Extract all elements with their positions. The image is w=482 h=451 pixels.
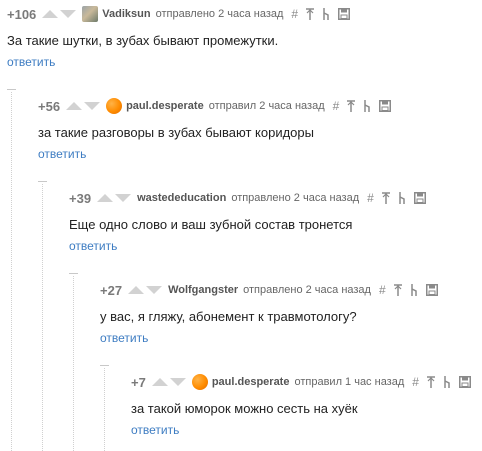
avatar[interactable] — [82, 6, 99, 22]
comment-rating: +7 — [131, 374, 146, 390]
hash-icon[interactable]: # — [367, 191, 374, 205]
comment-rating: +27 — [100, 282, 123, 298]
thread-line[interactable] — [73, 276, 74, 451]
username[interactable]: Wolfgangster — [168, 284, 238, 296]
comment-timestamp[interactable]: отправлено 2 часа назад — [243, 284, 371, 296]
hash-icon[interactable]: # — [379, 283, 386, 297]
hash-icon[interactable]: # — [291, 7, 298, 21]
username[interactable]: paul.desperate — [212, 376, 290, 388]
arrow-up-icon[interactable] — [128, 286, 145, 294]
comment-text: за такие разговоры в зубах бывают коридо… — [38, 125, 314, 140]
comment-timestamp[interactable]: отправлено 2 часа назад — [231, 192, 359, 204]
arrow-up-icon[interactable] — [42, 10, 59, 18]
arrow-down-icon[interactable] — [60, 10, 77, 18]
comment-text: За такие шутки, в зубах бывают промежутк… — [7, 33, 279, 48]
arrow-down-icon[interactable] — [115, 194, 132, 202]
save-icon[interactable] — [425, 284, 438, 296]
username[interactable]: wastededucation — [137, 192, 226, 204]
save-icon[interactable] — [379, 100, 392, 112]
hash-icon[interactable]: # — [333, 99, 340, 113]
collapse-icon[interactable] — [38, 173, 47, 182]
save-icon[interactable] — [338, 8, 351, 20]
branch-icon[interactable] — [398, 192, 406, 204]
save-icon[interactable] — [458, 376, 471, 388]
pin-icon[interactable] — [393, 284, 402, 296]
pin-icon[interactable] — [306, 8, 315, 20]
comment-timestamp[interactable]: отправил 2 часа назад — [209, 100, 325, 112]
hash-icon[interactable]: # — [412, 375, 419, 389]
comment-text: Еще одно слово и ваш зубной состав троне… — [69, 217, 353, 232]
collapse-icon[interactable] — [100, 357, 109, 366]
arrow-down-icon[interactable] — [169, 378, 186, 386]
reply-link[interactable]: ответить — [131, 423, 179, 437]
branch-icon[interactable] — [443, 376, 451, 388]
comment-header: +27 Wolfgangster отправлено 2 часа назад… — [100, 280, 438, 300]
comment-timestamp[interactable]: отправил 1 час назад — [294, 376, 404, 388]
comment-text: у вас, я гляжу, абонемент к травмотологу… — [100, 309, 357, 324]
branch-icon[interactable] — [322, 8, 330, 20]
thread-line[interactable] — [104, 368, 105, 451]
arrow-up-icon[interactable] — [97, 194, 114, 202]
avatar[interactable] — [191, 374, 208, 390]
arrow-up-icon[interactable] — [66, 102, 83, 110]
comment-header: +56 paul.desperate отправил 2 часа назад… — [38, 96, 392, 116]
comment-rating: +106 — [7, 6, 37, 22]
comment-rating: +39 — [69, 190, 92, 206]
arrow-down-icon[interactable] — [84, 102, 101, 110]
avatar[interactable] — [106, 98, 123, 114]
reply-link[interactable]: ответить — [100, 331, 148, 345]
username[interactable]: paul.desperate — [126, 100, 204, 112]
pin-icon[interactable] — [426, 376, 435, 388]
pin-icon[interactable] — [347, 100, 356, 112]
comment-text: за такой юморок можно сесть на хуёк — [131, 401, 358, 416]
reply-link[interactable]: ответить — [69, 239, 117, 253]
comment-rating: +56 — [38, 98, 61, 114]
reply-link[interactable]: ответить — [38, 147, 86, 161]
branch-icon[interactable] — [363, 100, 371, 112]
branch-icon[interactable] — [410, 284, 418, 296]
pin-icon[interactable] — [381, 192, 390, 204]
comment-timestamp[interactable]: отправлено 2 часа назад — [156, 8, 284, 20]
comment-header: +39 wastededucation отправлено 2 часа на… — [69, 188, 426, 208]
collapse-icon[interactable] — [69, 265, 78, 274]
arrow-down-icon[interactable] — [146, 286, 163, 294]
thread-line[interactable] — [42, 184, 43, 451]
thread-line[interactable] — [11, 92, 12, 451]
comment-header: +7 paul.desperate отправил 1 час назад # — [131, 372, 471, 392]
save-icon[interactable] — [413, 192, 426, 204]
username[interactable]: Vadiksun — [102, 8, 150, 20]
comment-header: +106 Vadiksun отправлено 2 часа назад # — [7, 4, 351, 24]
arrow-up-icon[interactable] — [151, 378, 168, 386]
collapse-icon[interactable] — [7, 81, 16, 90]
reply-link[interactable]: ответить — [7, 55, 55, 69]
